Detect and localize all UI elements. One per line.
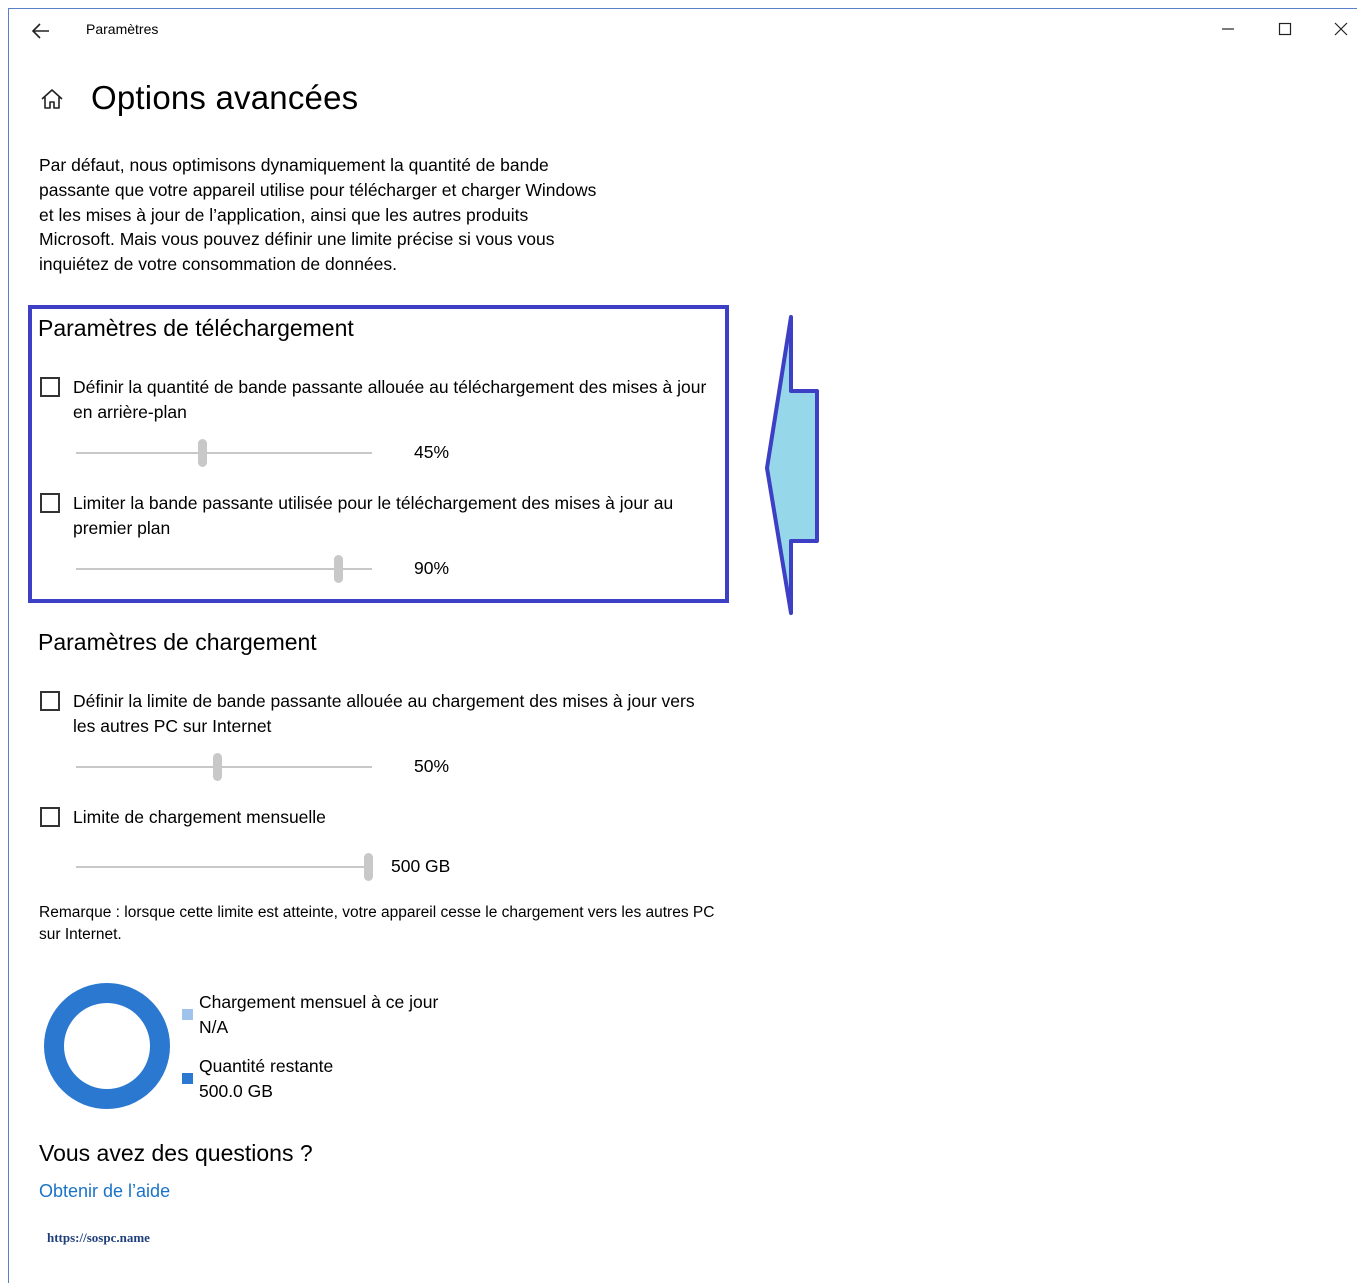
slider-track (76, 452, 372, 454)
left-arrow-annotation-icon (765, 315, 819, 615)
background-download-checkbox[interactable] (40, 377, 60, 397)
upload-limit-checkbox[interactable] (40, 691, 60, 711)
close-icon (1334, 22, 1348, 36)
background-download-slider[interactable] (76, 439, 374, 469)
upload-limit-slider[interactable] (76, 753, 374, 783)
foreground-download-label: Limiter la bande passante utilisée pour … (73, 493, 674, 538)
upload-limit-value: 50% (414, 756, 450, 776)
slider-thumb[interactable] (364, 853, 373, 881)
legend-remaining-label: Quantité restante (199, 1056, 334, 1076)
donut-ring-remaining (44, 983, 170, 1109)
slider-thumb[interactable] (213, 753, 222, 781)
legend-swatch-used (182, 1009, 193, 1020)
monthly-upload-checkbox[interactable] (40, 807, 60, 827)
legend-remaining-value: 500.0 GB (199, 1081, 273, 1101)
slider-thumb[interactable] (198, 439, 207, 467)
foreground-download-checkbox[interactable] (40, 493, 60, 513)
help-section-title: Vous avez des questions ? (39, 1140, 313, 1166)
slider-thumb[interactable] (334, 555, 343, 583)
get-help-link[interactable]: Obtenir de l’aide (39, 1181, 170, 1202)
monthly-upload-label: Limite de chargement mensuelle (73, 807, 326, 827)
settings-window: Paramètres Options avancées Par défaut, … (8, 8, 1357, 1283)
intro-text: Par défaut, nous optimisons dynamiquemen… (39, 155, 597, 275)
background-download-value: 45% (414, 442, 450, 462)
minimize-button[interactable] (1208, 14, 1248, 44)
back-arrow-icon (31, 23, 49, 39)
window-title: Paramètres (86, 21, 159, 37)
usage-donut-chart (44, 983, 170, 1109)
monthly-upload-slider[interactable] (76, 853, 374, 883)
legend-used-label: Chargement mensuel à ce jour (199, 992, 439, 1012)
slider-track (76, 568, 372, 570)
monthly-upload-value: 500 GB (391, 856, 451, 876)
close-button[interactable] (1321, 14, 1357, 44)
maximize-icon (1278, 22, 1292, 36)
watermark-url: https://sospc.name (47, 1230, 150, 1245)
upload-limit-label: Définir la limite de bande passante allo… (73, 691, 695, 736)
legend-swatch-remaining (182, 1073, 193, 1084)
foreground-download-slider[interactable] (76, 555, 374, 585)
page-title: Options avancées (91, 79, 359, 116)
home-icon (41, 89, 63, 109)
download-section-title: Paramètres de téléchargement (38, 315, 354, 341)
minimize-icon (1222, 28, 1234, 30)
maximize-button[interactable] (1265, 14, 1305, 44)
slider-track (76, 766, 372, 768)
slider-track (76, 866, 372, 868)
home-button[interactable] (37, 85, 67, 115)
foreground-download-value: 90% (414, 558, 450, 578)
legend-used-value: N/A (199, 1017, 229, 1037)
back-button[interactable] (25, 17, 55, 43)
upload-note: Remarque : lorsque cette limite est atte… (39, 904, 715, 943)
background-download-label: Définir la quantité de bande passante al… (73, 377, 707, 422)
upload-section-title: Paramètres de chargement (38, 629, 317, 655)
